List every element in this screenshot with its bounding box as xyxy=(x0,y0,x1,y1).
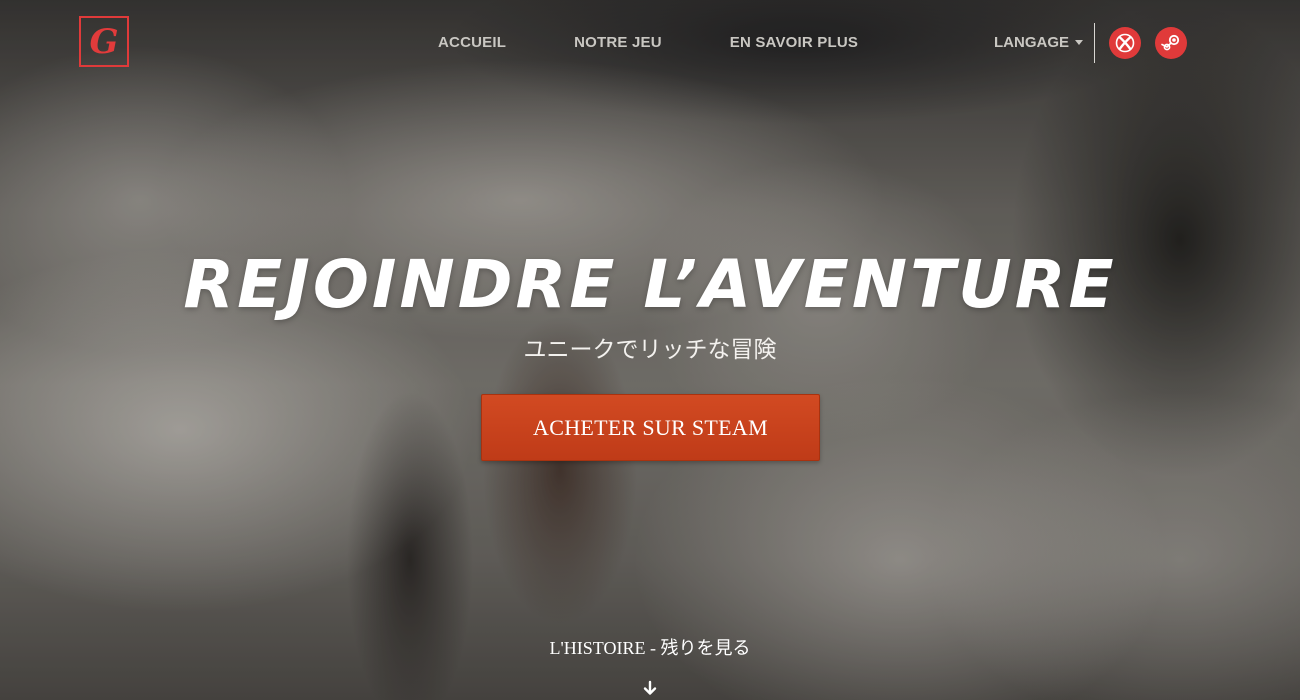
hero-subtitle: ユニークでリッチな冒険 xyxy=(523,337,777,363)
caret-down-icon xyxy=(1075,40,1083,45)
nav-link-notre-jeu[interactable]: NOTRE JEU xyxy=(574,34,662,51)
story-link[interactable]: L'HISTOIRE - 残りを見る xyxy=(0,634,1300,660)
xbox-icon[interactable] xyxy=(1109,27,1141,59)
top-navigation: G ACCUEIL NOTRE JEU EN SAVOIR PLUS LANGA… xyxy=(0,0,1300,88)
nav-divider xyxy=(1094,23,1095,63)
steam-icon[interactable] xyxy=(1155,27,1187,59)
hero-section: G ACCUEIL NOTRE JEU EN SAVOIR PLUS LANGA… xyxy=(0,0,1300,700)
language-label: LANGAGE xyxy=(994,34,1069,51)
nav-link-en-savoir-plus[interactable]: EN SAVOIR PLUS xyxy=(730,34,858,51)
arrow-down-icon[interactable] xyxy=(642,680,658,696)
nav-link-accueil[interactable]: ACCUEIL xyxy=(438,34,506,51)
hero-headline: REJOINDRE L’AVENTURE xyxy=(183,246,1117,323)
language-dropdown[interactable]: LANGAGE xyxy=(994,34,1083,51)
logo-letter: G xyxy=(89,21,119,62)
buy-on-steam-button[interactable]: ACHETER SUR STEAM xyxy=(481,394,820,461)
logo[interactable]: G xyxy=(79,16,129,67)
nav-links: ACCUEIL NOTRE JEU EN SAVOIR PLUS xyxy=(438,34,858,51)
